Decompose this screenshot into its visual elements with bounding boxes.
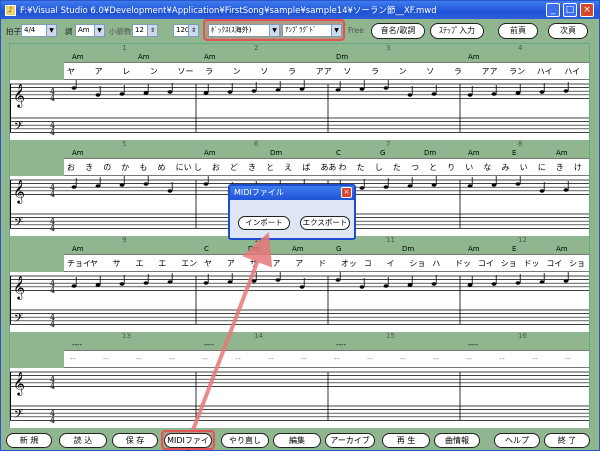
application-window: ♪ F:¥Visual Studio 6.0¥Development¥Appli… <box>0 0 600 451</box>
annotation-arrow <box>191 232 273 431</box>
